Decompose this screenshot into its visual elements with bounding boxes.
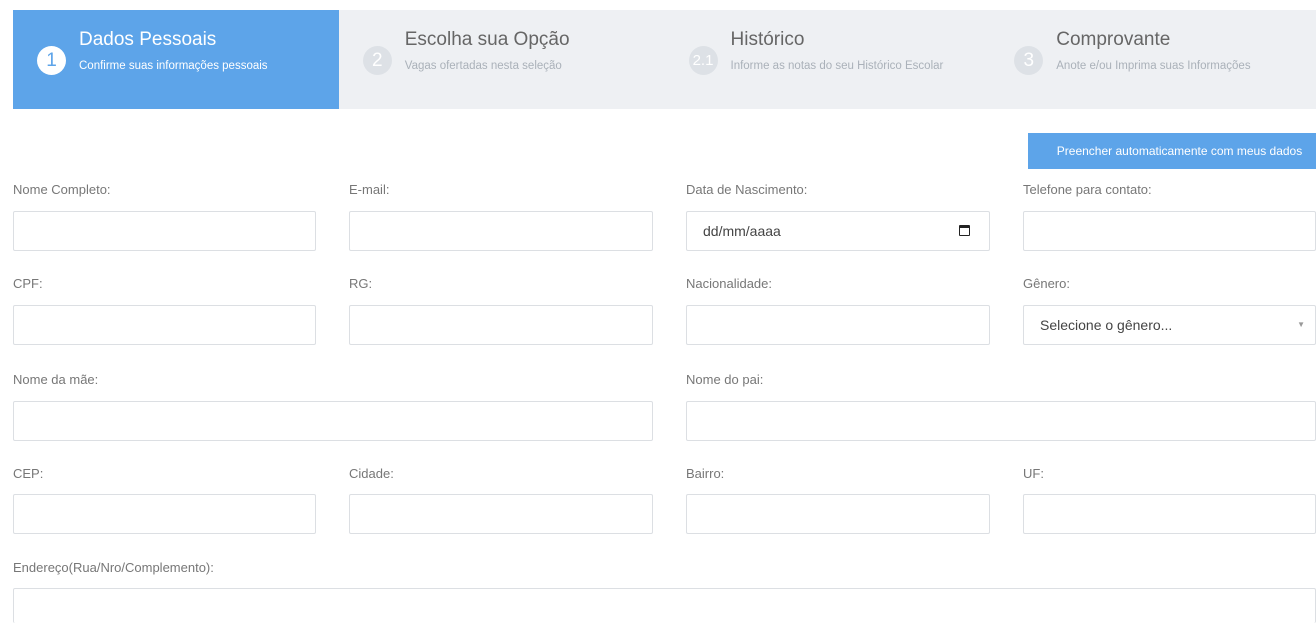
step-subtitle: Confirme suas informações pessoais: [79, 60, 268, 72]
wizard-steps: 1 Dados Pessoais Confirme suas informaçõ…: [13, 10, 1316, 109]
email-input[interactable]: [349, 211, 653, 251]
bairro-label: Bairro:: [686, 466, 725, 481]
step-subtitle: Vagas ofertadas nesta seleção: [404, 60, 562, 72]
rg-input[interactable]: [349, 305, 653, 345]
autofill-button[interactable]: Preencher automaticamente com meus dados: [1028, 133, 1316, 169]
step-comprovante[interactable]: 3 Comprovante Anote e/ou Imprima suas In…: [990, 10, 1316, 109]
nome-mae-label: Nome da mãe:: [13, 372, 99, 387]
rg-label: RG:: [349, 276, 373, 291]
cidade-label: Cidade:: [349, 466, 394, 481]
nacionalidade-label: Nacionalidade:: [686, 276, 773, 291]
bairro-input[interactable]: [686, 494, 990, 534]
calendar-icon[interactable]: [959, 225, 970, 236]
nome-completo-input[interactable]: [13, 211, 316, 251]
step-number: 1: [37, 46, 66, 75]
nome-pai-label: Nome do pai:: [686, 372, 764, 387]
email-label: E-mail:: [349, 182, 390, 197]
genero-select[interactable]: Selecione o gênero... ▼: [1023, 305, 1316, 345]
step-title: Comprovante: [1056, 29, 1171, 50]
step-number: 2.1: [688, 46, 718, 75]
step-subtitle: Informe as notas do seu Histórico Escola…: [730, 60, 944, 72]
telefone-input[interactable]: [1023, 211, 1316, 251]
nacionalidade-input[interactable]: [686, 305, 990, 345]
cpf-label: CPF:: [13, 276, 43, 291]
step-dados-pessoais[interactable]: 1 Dados Pessoais Confirme suas informaçõ…: [13, 10, 339, 109]
step-number: 2: [362, 46, 392, 75]
telefone-label: Telefone para contato:: [1023, 182, 1152, 197]
step-number: 3: [1014, 46, 1044, 75]
uf-input[interactable]: [1023, 494, 1316, 534]
cep-input[interactable]: [13, 494, 316, 534]
nome-pai-input[interactable]: [686, 401, 1316, 441]
step-subtitle: Anote e/ou Imprima suas Informações: [1056, 60, 1251, 72]
date-placeholder: dd/mm/aaaa: [703, 223, 781, 239]
step-title: Escolha sua Opção: [404, 29, 570, 50]
genero-label: Gênero:: [1023, 276, 1070, 291]
endereco-label: Endereço(Rua/Nro/Complemento):: [13, 560, 214, 575]
cpf-input[interactable]: [13, 305, 316, 345]
uf-label: UF:: [1023, 466, 1044, 481]
nome-completo-label: Nome Completo:: [13, 182, 111, 197]
data-nascimento-input[interactable]: dd/mm/aaaa: [686, 211, 990, 251]
step-title: Dados Pessoais: [79, 29, 217, 50]
cidade-input[interactable]: [349, 494, 653, 534]
data-nascimento-label: Data de Nascimento:: [686, 182, 808, 197]
cep-label: CEP:: [13, 466, 44, 481]
step-escolha-opcao[interactable]: 2 Escolha sua Opção Vagas ofertadas nest…: [339, 10, 665, 109]
step-historico[interactable]: 2.1 Histórico Informe as notas do seu Hi…: [665, 10, 991, 109]
endereco-input[interactable]: [13, 588, 1316, 623]
chevron-down-icon: ▼: [1297, 320, 1305, 329]
genero-selected-value: Selecione o gênero...: [1040, 317, 1173, 333]
step-title: Histórico: [730, 29, 805, 50]
nome-mae-input[interactable]: [13, 401, 653, 441]
